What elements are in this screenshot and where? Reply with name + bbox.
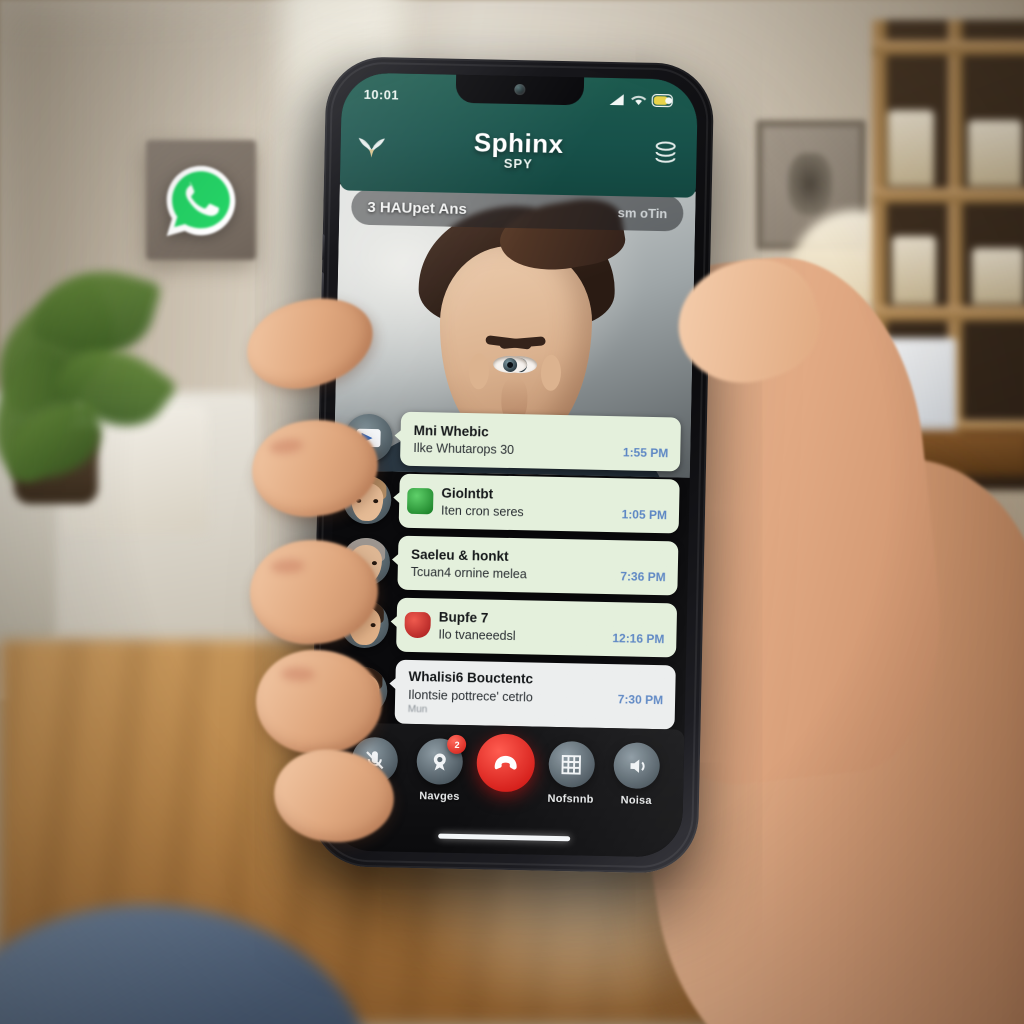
contact-name: Bupfe 7 <box>438 609 489 626</box>
timestamp: 7:30 PM <box>617 691 664 707</box>
nav-label: Nofsnnb <box>547 792 594 806</box>
contact-name: Whalisi6 Bouctentc <box>408 668 534 687</box>
message-preview: Ilke Whutarops 30 <box>413 440 515 458</box>
battery-icon <box>651 93 673 107</box>
list-item[interactable]: Giolntbt Iten cron seres 1:05 PM <box>342 472 680 534</box>
nav-item-end-call[interactable] <box>475 733 536 798</box>
timestamp: 12:16 PM <box>612 631 665 647</box>
scene-root: 3 HAUpet Ans sm oTin 10:01 Sphinx SPY Mn… <box>0 0 1024 1024</box>
status-time: 10:01 <box>363 86 400 103</box>
status-badge: 2 <box>447 734 467 755</box>
list-item[interactable]: Bupfe 7 Ilo tvaneeedsl 12:16 PM <box>340 596 678 658</box>
nav-circle[interactable] <box>613 742 661 790</box>
chat-bubble[interactable]: Giolntbt Iten cron seres 1:05 PM <box>398 473 680 534</box>
list-item[interactable]: Mni Whebic Ilke Whutarops 30 1:55 PM <box>344 410 682 472</box>
chat-bubble[interactable]: Whalisi6 Bouctentc Ilontsie pottrece' ce… <box>394 659 676 730</box>
signal-bars-icon <box>609 93 624 105</box>
red-emoji-icon <box>404 611 431 639</box>
green-emoji-icon <box>406 487 434 515</box>
chat-bubble[interactable]: Bupfe 7 Ilo tvaneeedsl 12:16 PM <box>396 597 678 658</box>
end-call-icon <box>494 755 517 770</box>
nav-item-speaker[interactable]: Noisa <box>606 742 667 807</box>
banner-secondary-text: sm oTin <box>617 204 668 221</box>
chat-list[interactable]: Mni Whebic Ilke Whutarops 30 1:55 PM Gio… <box>328 402 691 749</box>
nav-item-messages[interactable]: 2 Navges <box>409 734 470 803</box>
contact-name: Giolntbt <box>441 485 494 502</box>
keypad-grid-icon <box>561 754 582 775</box>
timestamp: 7:36 PM <box>620 569 666 585</box>
whatsapp-logo <box>166 165 236 237</box>
brand-subtitle: SPY <box>503 155 533 172</box>
nav-item-keypad[interactable]: Nofsnnb <box>540 740 601 806</box>
timestamp: 1:55 PM <box>622 445 669 461</box>
messages-icon <box>434 753 447 771</box>
page-title: Sphinx SPY <box>394 127 643 172</box>
brand-row: Sphinx SPY <box>340 108 698 191</box>
banner-primary-text: 3 HAUpet Ans <box>367 198 467 218</box>
message-preview: Ilo tvaneeedsl <box>438 627 516 644</box>
list-item[interactable]: Whalisi6 Bouctentc Ilontsie pottrece' ce… <box>338 658 676 730</box>
chat-bubble[interactable]: Saeleu & honkt Tcuan4 ornine melea 7:36 … <box>397 535 679 596</box>
stacked-layers-icon[interactable] <box>650 138 681 169</box>
wifi-icon <box>631 95 647 105</box>
phone-screen: 3 HAUpet Ans sm oTin 10:01 Sphinx SPY Mn… <box>325 72 699 858</box>
sphinx-wings-icon <box>358 137 385 158</box>
timestamp: 1:05 PM <box>621 507 668 523</box>
list-item[interactable]: Saeleu & honkt Tcuan4 ornine melea 7:36 … <box>341 534 679 596</box>
message-preview: Iten cron seres <box>440 503 524 520</box>
brand-name: Sphinx <box>473 127 564 160</box>
nav-label: Noisa <box>620 794 652 807</box>
chat-bubble[interactable]: Mni Whebic Ilke Whutarops 30 1:55 PM <box>399 411 682 472</box>
contact-name: Saeleu & honkt <box>410 546 509 564</box>
end-call-button[interactable] <box>476 733 536 793</box>
message-preview: Ilontsie pottrece' cetrlo <box>408 687 533 705</box>
contact-name: Mni Whebic <box>413 422 489 440</box>
nav-label: Navges <box>419 790 460 803</box>
message-preview: Tcuan4 ornine melea <box>410 564 527 582</box>
speaker-icon <box>630 759 645 773</box>
nav-circle[interactable] <box>547 740 595 788</box>
